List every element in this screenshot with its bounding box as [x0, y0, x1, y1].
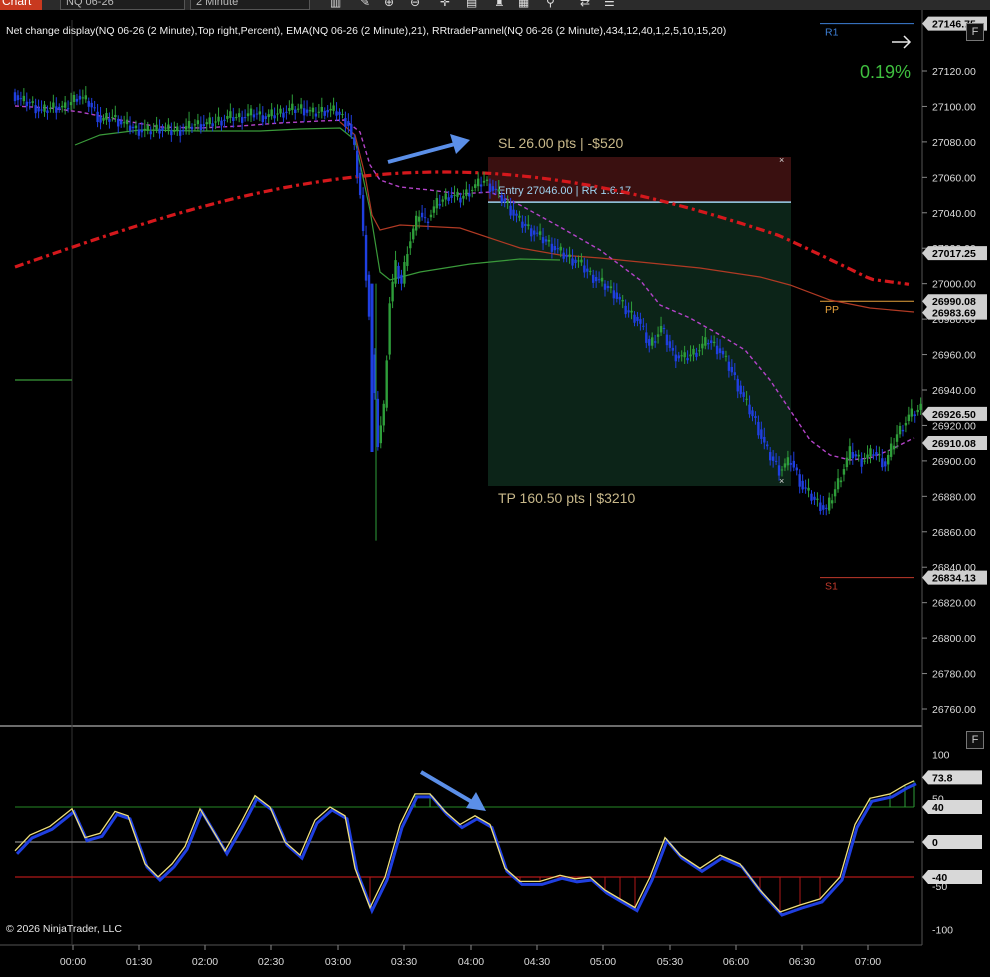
properties-icon[interactable]: ▦	[518, 0, 529, 9]
oscillator-marker-label: 40	[932, 802, 944, 814]
price-marker: 27017.25	[922, 246, 987, 261]
menu-icon[interactable]: ☰	[604, 0, 615, 9]
toolbar: Chart NQ 06-26 2 Minute ▥ ✎ ⊕ ⊖ ✛ ▤ ♜ ▦ …	[0, 0, 990, 10]
price-marker-label: 26834.13	[932, 573, 976, 585]
sl-label: SL 26.00 pts | -$520	[498, 135, 624, 151]
oscillator-marker: -40	[922, 870, 982, 884]
bar-style-icon[interactable]: ▥	[330, 0, 341, 9]
instrument-selector[interactable]: NQ 06-26	[60, 0, 185, 10]
chart-canvas[interactable]: SL 26.00 pts | -$520 Entry 27046.00 | RR …	[0, 10, 990, 977]
pivot-label: PP	[825, 304, 839, 316]
candle	[367, 271, 371, 321]
candle	[376, 391, 380, 451]
time-tick-label: 06:30	[789, 956, 815, 968]
price-tick-label: 26960.00	[932, 350, 976, 362]
time-tick-label: 00:00	[60, 956, 86, 968]
time-tick-label: 02:30	[258, 956, 284, 968]
price-marker: 26910.08	[922, 436, 987, 451]
pivot-label: S1	[825, 581, 838, 593]
interval-selector[interactable]: 2 Minute	[190, 0, 310, 10]
price-marker: 26834.13	[922, 570, 987, 585]
time-tick-label: 03:30	[391, 956, 417, 968]
indicators-icon[interactable]: ⚲	[546, 0, 555, 9]
sync-icon[interactable]: ⇄	[580, 0, 590, 9]
oscillator-marker-label: 0	[932, 837, 938, 849]
price-tick-label: 26760.00	[932, 704, 976, 716]
candle	[385, 355, 388, 412]
copyright-text: © 2026 NinjaTrader, LLC	[6, 923, 122, 935]
pivot-label: R1	[825, 27, 839, 39]
instrument-value: NQ 06-26	[66, 0, 114, 8]
zoom-out-icon[interactable]: ⊖	[410, 0, 420, 9]
price-marker-label: 26926.50	[932, 409, 976, 421]
time-tick-label: 05:30	[657, 956, 683, 968]
time-tick-label: 04:00	[458, 956, 484, 968]
tp-close-icon: ×	[779, 476, 784, 486]
zoom-in-icon[interactable]: ⊕	[384, 0, 394, 9]
price-marker-label: 27017.25	[932, 248, 976, 260]
price-tick-label: 26860.00	[932, 527, 976, 539]
candle	[364, 225, 368, 288]
price-tick-label: 27100.00	[932, 101, 976, 113]
price-tick-label: 26800.00	[932, 633, 976, 645]
sl-close-icon: ×	[779, 155, 784, 165]
time-tick-label: 01:30	[126, 956, 152, 968]
strategies-icon[interactable]: ♜	[494, 0, 505, 9]
price-tick-label: 27000.00	[932, 279, 976, 291]
oscillator-marker: 40	[922, 800, 982, 814]
tp-label: TP 160.50 pts | $3210	[498, 490, 635, 506]
crosshair-icon[interactable]: ✛	[440, 0, 450, 9]
candle	[388, 296, 391, 360]
time-tick-label: 06:00	[723, 956, 749, 968]
price-marker-label: 26983.69	[932, 308, 976, 320]
indicator-label: Net change display(NQ 06-26 (2 Minute),T…	[6, 25, 727, 37]
oscillator-marker-label: 73.8	[932, 772, 953, 784]
oscillator-tick-label: 100	[932, 750, 950, 762]
time-tick-label: 04:30	[524, 956, 550, 968]
price-tick-label: 26900.00	[932, 456, 976, 468]
price-tick-label: 27040.00	[932, 208, 976, 220]
price-panel-f-button[interactable]: F	[966, 23, 984, 41]
data-box-icon[interactable]: ▤	[466, 0, 477, 9]
oscillator-marker: 0	[922, 835, 982, 849]
price-marker: 26983.69	[922, 305, 987, 320]
price-tick-label: 26920.00	[932, 420, 976, 432]
oscillator-tick-label: -100	[932, 925, 953, 937]
pencil-icon[interactable]: ✎	[360, 0, 370, 9]
price-tick-label: 27060.00	[932, 172, 976, 184]
take-profit-zone	[488, 202, 791, 486]
time-tick-label: 03:00	[325, 956, 351, 968]
oscillator-marker-label: -40	[932, 872, 947, 884]
oscillator-marker: 73.8	[922, 770, 982, 785]
time-tick-label: 02:00	[192, 956, 218, 968]
price-tick-label: 26880.00	[932, 491, 976, 503]
price-marker: 26926.50	[922, 406, 987, 421]
interval-value: 2 Minute	[196, 0, 239, 8]
price-tick-label: 26940.00	[932, 385, 976, 397]
time-tick-label: 05:00	[590, 956, 616, 968]
price-tick-label: 27120.00	[932, 66, 976, 78]
chart-tab[interactable]: Chart	[0, 0, 42, 10]
entry-label: Entry 27046.00 | RR 1:6.17	[498, 185, 631, 197]
time-tick-label: 07:00	[855, 956, 881, 968]
price-tick-label: 27080.00	[932, 137, 976, 149]
net-change-value: 0.19%	[859, 62, 911, 82]
price-tick-label: 26820.00	[932, 598, 976, 610]
oscillator-panel-f-button[interactable]: F	[966, 731, 984, 749]
price-marker-label: 26910.08	[932, 438, 976, 450]
price-tick-label: 26780.00	[932, 669, 976, 681]
